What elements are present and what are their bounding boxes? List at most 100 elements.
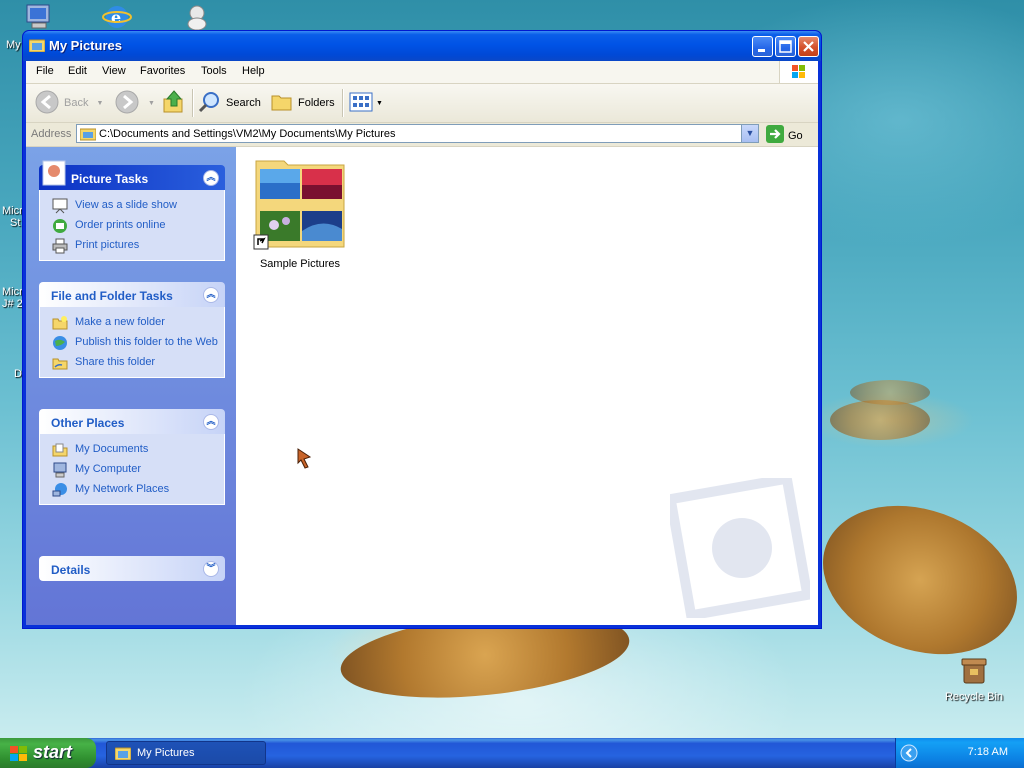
standard-toolbar: Back ▼ ▼ Search Folders ▼	[26, 84, 818, 123]
other-places-panel: Other Places ︽ My Documents My Computer …	[39, 409, 225, 505]
task-label: Order prints online	[75, 219, 166, 231]
network-places-icon	[52, 482, 68, 498]
internet-explorer-desktop-icon[interactable]: e	[102, 4, 132, 30]
file-folder-tasks-panel: File and Folder Tasks ︽ Make a new folde…	[39, 282, 225, 378]
other-places-header[interactable]: Other Places ︽	[39, 409, 225, 434]
task-view-slideshow[interactable]: View as a slide show	[40, 196, 224, 216]
place-label: My Documents	[75, 443, 149, 455]
taskbar-window-label: My Pictures	[137, 747, 195, 759]
starfish-decoration	[830, 400, 930, 440]
mouse-cursor-icon	[296, 447, 316, 474]
menu-file[interactable]: File	[36, 65, 54, 77]
chevron-up-icon[interactable]: ︽	[203, 287, 219, 303]
up-folder-button[interactable]	[162, 89, 186, 117]
window-body: File Edit View Favorites Tools Help Back…	[26, 61, 818, 625]
toolbar-separator	[192, 89, 194, 117]
my-pictures-folder-icon	[114, 746, 132, 763]
recycle-bin-desktop-icon[interactable]: Recycle Bin	[939, 655, 1009, 703]
messenger-desktop-icon[interactable]	[182, 4, 212, 31]
panel-title: Details	[51, 563, 91, 577]
go-button[interactable]: Go	[766, 125, 803, 146]
folder-item[interactable]: Sample Pictures	[250, 155, 350, 270]
place-my-network-places[interactable]: My Network Places	[40, 480, 224, 500]
menu-help[interactable]: Help	[242, 65, 265, 77]
desktop-icon-label-fragment[interactable]: J# 2	[2, 298, 23, 310]
start-button[interactable]: start	[0, 738, 96, 768]
file-folder-tasks-header[interactable]: File and Folder Tasks ︽	[39, 282, 225, 307]
details-header[interactable]: Details ︾	[39, 556, 225, 581]
my-computer-desktop-icon[interactable]	[24, 4, 54, 30]
place-label: My Computer	[75, 463, 142, 475]
desktop-icon-label-fragment[interactable]: St	[10, 217, 20, 229]
publish-web-icon	[52, 335, 68, 351]
task-label: Share this folder	[75, 356, 156, 368]
picture-tasks-icon	[41, 159, 67, 190]
details-panel: Details ︾	[39, 556, 225, 581]
file-folder-tasks-body: Make a new folder Publish this folder to…	[39, 307, 225, 378]
task-label: View as a slide show	[75, 199, 177, 211]
back-button[interactable]: Back ▼	[34, 89, 103, 117]
menu-view[interactable]: View	[102, 65, 126, 77]
other-places-body: My Documents My Computer My Network Plac…	[39, 434, 225, 505]
picture-tasks-panel: Picture Tasks ︽ View as a slide show Ord…	[39, 160, 225, 261]
folders-label: Folders	[298, 97, 335, 109]
maximize-icon	[776, 40, 795, 59]
taskbar: start My Pictures ? 7:18 AM	[0, 738, 1024, 768]
address-bar: Address C:\Documents and Settings\VM2\My…	[26, 123, 818, 147]
pictures-watermark-icon	[664, 472, 814, 622]
printer-icon	[52, 238, 68, 254]
order-prints-icon	[52, 218, 68, 234]
picture-tasks-body: View as a slide show Order prints online…	[39, 190, 225, 261]
task-publish-folder[interactable]: Publish this folder to the Web	[40, 333, 224, 353]
task-make-new-folder[interactable]: Make a new folder	[40, 313, 224, 333]
close-icon	[799, 41, 818, 59]
title-bar[interactable]: My Pictures	[23, 31, 821, 61]
place-my-documents[interactable]: My Documents	[40, 440, 224, 460]
desktop-icon-label-fragment[interactable]: D	[14, 368, 22, 380]
views-dropdown-icon: ▼	[376, 99, 383, 107]
menu-favorites[interactable]: Favorites	[140, 65, 185, 77]
show-hidden-icons-button[interactable]	[900, 744, 918, 765]
chevron-down-icon[interactable]: ︾	[203, 561, 219, 577]
starfish-decoration	[802, 480, 1024, 680]
forward-dropdown-icon: ▼	[148, 99, 155, 107]
task-pane: Picture Tasks ︽ View as a slide show Ord…	[26, 147, 236, 625]
taskbar-window-button[interactable]: My Pictures	[106, 741, 266, 765]
panel-title: Picture Tasks	[71, 172, 149, 186]
task-share-folder[interactable]: Share this folder	[40, 353, 224, 373]
up-folder-icon	[162, 89, 186, 118]
chevron-up-icon[interactable]: ︽	[203, 170, 219, 186]
folders-button[interactable]: Folders	[270, 89, 335, 117]
menu-tools[interactable]: Tools	[201, 65, 227, 77]
place-my-computer[interactable]: My Computer	[40, 460, 224, 480]
starfish-decoration	[850, 380, 930, 405]
address-dropdown-button[interactable]: ▼	[741, 125, 758, 142]
clock[interactable]: 7:18 AM	[968, 746, 1008, 758]
address-folder-icon	[79, 127, 97, 144]
minimize-button[interactable]	[752, 36, 773, 57]
file-list-view[interactable]: Sample Pictures	[236, 147, 818, 625]
task-label: Print pictures	[75, 239, 140, 251]
address-input[interactable]: C:\Documents and Settings\VM2\My Documen…	[76, 124, 759, 143]
task-order-prints[interactable]: Order prints online	[40, 216, 224, 236]
search-icon	[198, 90, 222, 117]
folder-label: Sample Pictures	[259, 258, 341, 270]
search-button[interactable]: Search	[198, 89, 261, 117]
desktop-icon-label-fragment[interactable]: My	[6, 39, 21, 51]
forward-button[interactable]: ▼	[114, 89, 155, 117]
task-print-pictures[interactable]: Print pictures	[40, 236, 224, 256]
chevron-up-icon[interactable]: ︽	[203, 414, 219, 430]
toolbar-separator	[342, 89, 344, 117]
address-value: C:\Documents and Settings\VM2\My Documen…	[99, 128, 396, 140]
menu-bar: File Edit View Favorites Tools Help	[26, 61, 818, 84]
svg-text:e: e	[111, 8, 121, 27]
menu-edit[interactable]: Edit	[68, 65, 87, 77]
chevron-down-icon: ▼	[745, 128, 755, 138]
views-icon	[348, 91, 374, 116]
windows-logo-icon	[779, 61, 818, 83]
close-button[interactable]	[798, 36, 819, 57]
views-button[interactable]: ▼	[348, 89, 383, 117]
maximize-button[interactable]	[775, 36, 796, 57]
picture-tasks-header[interactable]: Picture Tasks ︽	[39, 160, 225, 190]
go-arrow-icon	[766, 125, 784, 146]
